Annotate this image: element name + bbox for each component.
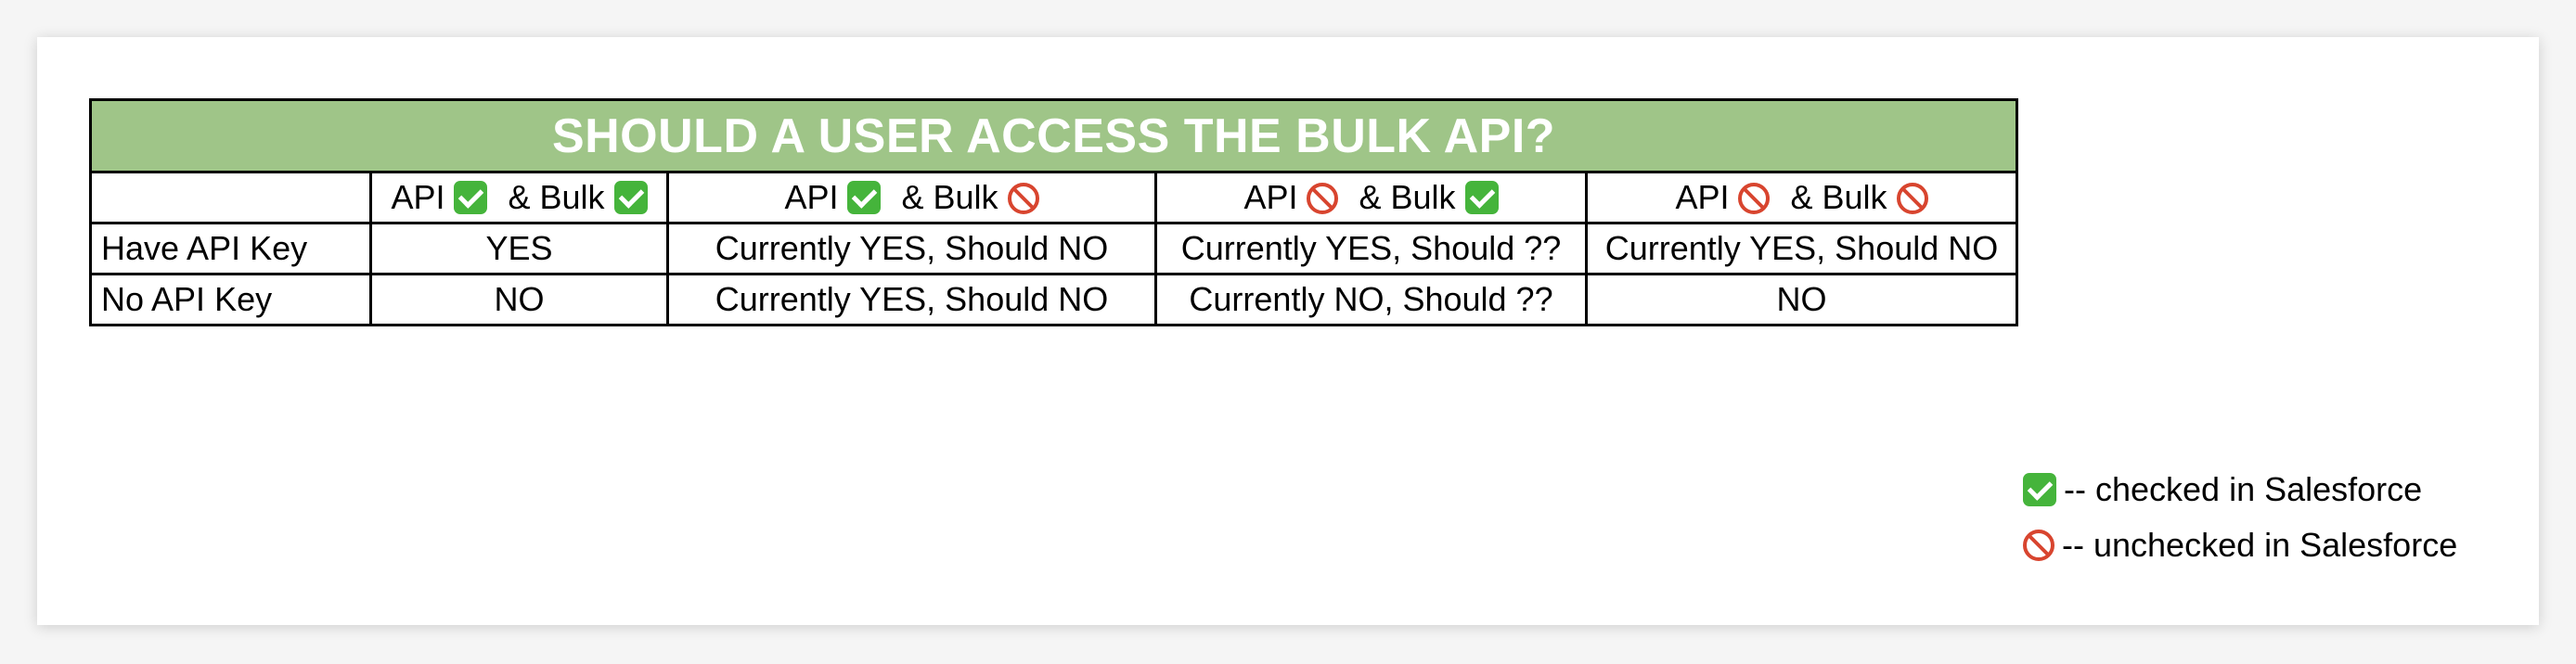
legend-text: -- unchecked in Salesforce — [2062, 526, 2458, 564]
header-bulk-label: & Bulk — [1359, 178, 1456, 216]
table-cell: NO — [369, 273, 669, 326]
header-corner-cell — [89, 171, 372, 224]
header-cell-api-unchecked-bulk-checked: API & Bulk — [1154, 171, 1588, 224]
checked-icon — [613, 181, 648, 214]
header-row: API & Bulk API & Bulk API & Bulk API & B… — [89, 171, 2018, 224]
unchecked-icon — [1738, 183, 1771, 214]
checked-icon — [847, 181, 882, 214]
document-card: SHOULD A USER ACCESS THE BULK API? API &… — [37, 37, 2539, 625]
table-cell: YES — [369, 222, 669, 275]
row-label: No API Key — [89, 273, 372, 326]
table-cell: Currently YES, Should NO — [666, 273, 1157, 326]
unchecked-icon — [1896, 183, 1928, 214]
table-row-have-api-key: Have API Key YES Currently YES, Should N… — [89, 222, 2018, 275]
table-title: SHOULD A USER ACCESS THE BULK API? — [89, 98, 2018, 173]
header-cell-api-checked-bulk-checked: API & Bulk — [369, 171, 669, 224]
legend-item-unchecked: -- unchecked in Salesforce — [2023, 517, 2457, 573]
header-api-label: API — [1243, 178, 1298, 216]
unchecked-icon — [1007, 183, 1039, 214]
header-cell-api-unchecked-bulk-unchecked: API & Bulk — [1585, 171, 2018, 224]
unchecked-icon — [1307, 183, 1339, 214]
header-api-label: API — [391, 178, 445, 216]
legend: -- checked in Salesforce -- unchecked in… — [2023, 462, 2457, 573]
checked-icon — [1464, 181, 1499, 214]
table-cell: Currently YES, Should NO — [1585, 222, 2018, 275]
table-cell: Currently YES, Should NO — [666, 222, 1157, 275]
legend-text: -- checked in Salesforce — [2064, 470, 2423, 508]
unchecked-icon — [2023, 530, 2054, 561]
access-matrix-table: SHOULD A USER ACCESS THE BULK API? API &… — [89, 98, 2018, 326]
table-cell: Currently YES, Should ?? — [1154, 222, 1588, 275]
header-api-label: API — [1675, 178, 1730, 216]
header-api-label: API — [784, 178, 839, 216]
header-bulk-label: & Bulk — [901, 178, 998, 216]
header-bulk-label: & Bulk — [508, 178, 605, 216]
table-cell: Currently NO, Should ?? — [1154, 273, 1588, 326]
header-bulk-label: & Bulk — [1790, 178, 1887, 216]
checked-icon — [2023, 473, 2056, 506]
header-cell-api-checked-bulk-unchecked: API & Bulk — [666, 171, 1157, 224]
table-row-no-api-key: No API Key NO Currently YES, Should NO C… — [89, 273, 2018, 326]
legend-item-checked: -- checked in Salesforce — [2023, 462, 2457, 517]
checked-icon — [454, 181, 488, 214]
row-label: Have API Key — [89, 222, 372, 275]
table-cell: NO — [1585, 273, 2018, 326]
